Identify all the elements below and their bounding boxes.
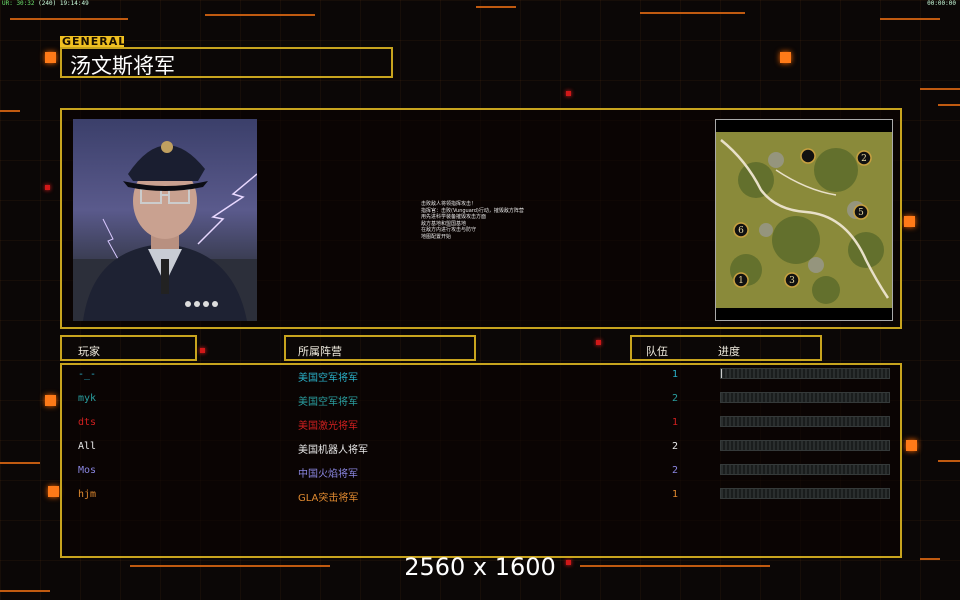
- player-team: 2: [672, 465, 679, 476]
- player-row: myk 美国空军将军 2: [62, 392, 900, 417]
- minimap-art: 2 5 6 1 3: [716, 120, 892, 320]
- page-title: 汤文斯将军: [70, 54, 175, 78]
- deco-square: [566, 91, 571, 96]
- start-pos-label: 3: [789, 276, 795, 286]
- player-row: hjm GLA突击将军 1: [62, 488, 900, 513]
- deco-square: [48, 486, 59, 497]
- loading-progress-bar: [720, 464, 890, 475]
- resolution-label: 2560 x 1600: [404, 553, 556, 581]
- player-faction: 美国激光将军: [298, 421, 358, 432]
- player-faction: 美国机器人将军: [298, 445, 368, 456]
- header-player: 玩家: [60, 335, 197, 361]
- player-name: dts: [78, 417, 97, 428]
- start-pos-label: 2: [861, 154, 867, 164]
- player-team: 2: [672, 441, 679, 452]
- map-preview[interactable]: 2 5 6 1 3: [715, 119, 893, 321]
- hud-status-extra: (240): [38, 0, 57, 7]
- player-team: 1: [672, 369, 679, 380]
- player-name: -_-: [78, 369, 97, 380]
- deco-line: [920, 88, 960, 90]
- players-panel: -_- 美国空军将军 1 myk 美国空军将军 2 dts 美国激光将军 1 A…: [60, 363, 902, 558]
- general-info-panel: 击败敌人将领指挥攻击！ 指挥官：击败(Vunguard)行动，摧毁敌方阵营 用先…: [60, 108, 902, 329]
- player-row: dts 美国激光将军 1: [62, 416, 900, 441]
- deco-square: [45, 185, 50, 190]
- player-name: Mos: [78, 465, 97, 476]
- hud-status-left: UR: 30:32: [2, 0, 35, 7]
- deco-line: [10, 18, 128, 20]
- player-faction: 美国空军将军: [298, 397, 358, 408]
- player-name: All: [78, 441, 97, 452]
- deco-line: [476, 6, 516, 8]
- player-row: -_- 美国空军将军 1: [62, 368, 900, 393]
- player-faction: 中国火焰将军: [298, 469, 358, 480]
- header-faction-label: 所属阵营: [298, 345, 342, 358]
- player-row: All 美国机器人将军 2: [62, 440, 900, 465]
- header-progress-label: 进度: [718, 345, 740, 358]
- player-name: hjm: [78, 489, 97, 500]
- deco-square: [906, 440, 917, 451]
- player-team: 2: [672, 393, 679, 404]
- title-box: 汤文斯将军: [60, 47, 393, 78]
- deco-line: [640, 12, 745, 14]
- player-faction: 美国空军将军: [298, 373, 358, 384]
- loading-progress-bar: [720, 440, 890, 451]
- header-faction: 所属阵营: [284, 335, 476, 361]
- deco-line: [880, 18, 940, 20]
- player-row: Mos 中国火焰将军 2: [62, 464, 900, 489]
- header-team-progress: 队伍 进度: [630, 335, 822, 361]
- deco-square: [596, 340, 601, 345]
- deco-square: [904, 216, 915, 227]
- player-team: 1: [672, 489, 679, 500]
- deco-square: [780, 52, 791, 63]
- deco-line: [938, 104, 960, 106]
- deco-line: [205, 14, 315, 16]
- deco-square: [45, 52, 56, 63]
- hud-clock: 19:14:49: [59, 0, 89, 7]
- hud-status: UR: 30:32 (240) 19:14:49: [2, 0, 89, 7]
- deco-line: [0, 462, 40, 464]
- deco-line: [938, 460, 960, 462]
- portrait-art: [73, 141, 257, 321]
- mission-briefing: 击败敌人将领指挥攻击！ 指挥官：击败(Vunguard)行动，摧毁敌方阵营 用先…: [421, 201, 581, 240]
- deco-square: [200, 348, 205, 353]
- hud-timer: 00:00:00: [927, 0, 956, 7]
- deco-square: [45, 395, 56, 406]
- loading-progress-bar: [720, 488, 890, 499]
- start-pos-label: 1: [738, 276, 744, 286]
- player-name: myk: [78, 393, 97, 404]
- loading-progress-bar: [720, 416, 890, 427]
- player-team: 1: [672, 417, 679, 428]
- loading-progress-bar: [720, 392, 890, 403]
- header-player-label: 玩家: [78, 345, 100, 358]
- header-team-label: 队伍: [646, 345, 668, 358]
- loading-progress-bar: [720, 368, 890, 379]
- deco-line: [0, 590, 50, 592]
- start-pos-label: 6: [738, 226, 744, 236]
- player-faction: GLA突击将军: [298, 493, 359, 504]
- briefing-line: 地图配置开始: [421, 233, 452, 240]
- deco-line: [0, 110, 20, 112]
- start-pos-label: 5: [858, 208, 864, 218]
- general-portrait: [73, 119, 257, 321]
